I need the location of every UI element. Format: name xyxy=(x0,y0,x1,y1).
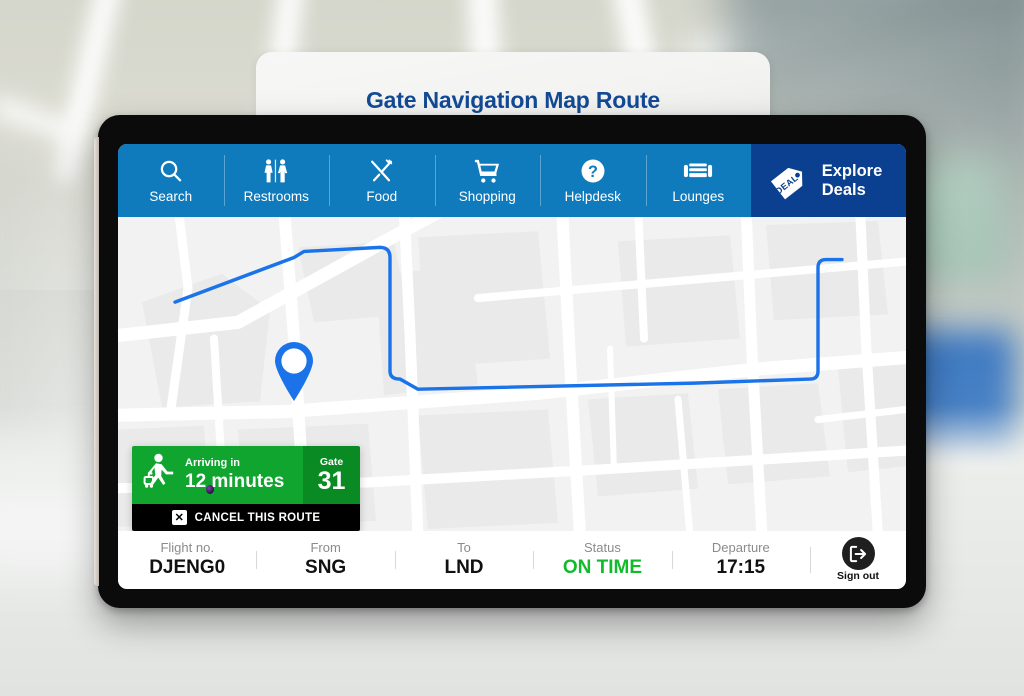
footer-label-to: To xyxy=(457,540,471,556)
nav-item-shopping[interactable]: Shopping xyxy=(434,144,541,217)
lounge-sofa-icon xyxy=(683,158,713,185)
route-info-top: Arriving in 12 minutes Gate 31 xyxy=(132,446,360,504)
top-navigation-bar: Search Restrooms Food Shopping ? Helpdes… xyxy=(118,144,906,217)
eta-value: 12 minutes xyxy=(185,470,285,492)
navigation-arrow-icon[interactable] xyxy=(905,342,906,406)
footer-value-from: SNG xyxy=(305,556,347,578)
footer-value-flight-no: DJENG0 xyxy=(149,556,226,578)
nav-label-food: Food xyxy=(366,188,398,204)
walking-traveller-icon xyxy=(142,453,176,498)
deal-tag-icon: DEAL xyxy=(769,167,811,199)
svg-text:?: ? xyxy=(588,163,598,181)
nav-item-helpdesk[interactable]: ? Helpdesk xyxy=(540,144,646,217)
gate-value: 31 xyxy=(317,467,346,496)
nav-label-lounges: Lounges xyxy=(672,188,725,204)
food-icon xyxy=(368,158,395,185)
nav-item-explore-deals[interactable]: DEAL Explore Deals xyxy=(751,144,906,217)
tablet-screen: Search Restrooms Food Shopping ? Helpdes… xyxy=(118,144,906,589)
nav-item-food[interactable]: Food xyxy=(329,144,435,217)
tablet-device: Search Restrooms Food Shopping ? Helpdes… xyxy=(94,115,926,613)
footer-cell-status: Status ON TIME xyxy=(533,541,671,578)
tablet-left-edge xyxy=(94,137,99,586)
question-mark-icon: ? xyxy=(580,158,606,185)
restrooms-icon xyxy=(262,158,290,185)
camera-dot xyxy=(206,485,214,494)
status-badge: ON TIME xyxy=(562,556,642,578)
route-info-card: Arriving in 12 minutes Gate 31 ✕ CANCEL … xyxy=(132,446,360,531)
footer-label-departure: Departure xyxy=(711,540,770,556)
search-icon xyxy=(158,158,184,185)
nav-label-explore-deals: Explore Deals xyxy=(822,162,883,199)
nav-label-restrooms: Restrooms xyxy=(243,188,309,204)
page-title: Gate Navigation Map Route xyxy=(365,87,661,113)
footer-value-to: LND xyxy=(444,556,484,578)
eta-section: Arriving in 12 minutes xyxy=(132,446,303,504)
footer-label-from: From xyxy=(310,540,341,556)
footer-cell-departure: Departure 17:15 xyxy=(671,540,810,578)
footer-value-departure: 17:15 xyxy=(716,556,766,578)
close-x-icon: ✕ xyxy=(171,510,187,525)
footer-cell-to: To LND xyxy=(394,540,533,578)
sign-out-label: Sign out xyxy=(837,570,880,583)
cancel-route-button[interactable]: ✕ CANCEL THIS ROUTE xyxy=(132,504,360,531)
nav-label-shopping: Shopping xyxy=(458,188,516,204)
deals-label-line1: Explore xyxy=(821,162,883,181)
gate-section: Gate 31 xyxy=(303,446,360,504)
nav-item-restrooms[interactable]: Restrooms xyxy=(223,144,330,217)
map-canvas[interactable]: Arriving in 12 minutes Gate 31 ✕ CANCEL … xyxy=(118,217,906,531)
cancel-route-label: CANCEL THIS ROUTE xyxy=(194,511,321,524)
map-pin-icon[interactable] xyxy=(271,340,317,402)
nav-item-lounges[interactable]: Lounges xyxy=(645,144,752,217)
footer-label-flight-no: Flight no. xyxy=(160,540,214,556)
footer-cell-flight-no: Flight no. DJENG0 xyxy=(118,541,256,578)
footer-label-status: Status xyxy=(583,540,621,556)
flight-status-bar: Flight no. DJENG0 From SNG To LND Status… xyxy=(118,531,906,589)
footer-cell-from: From SNG xyxy=(256,541,394,578)
footer-cell-signout: Sign out xyxy=(810,537,906,583)
nav-item-search[interactable]: Search xyxy=(118,144,224,217)
nav-label-helpdesk: Helpdesk xyxy=(564,188,621,204)
nav-label-search: Search xyxy=(149,188,193,204)
shopping-cart-icon xyxy=(473,158,501,185)
sign-out-button[interactable]: Sign out xyxy=(837,537,879,583)
eta-label: Arriving in xyxy=(185,457,241,470)
deals-label-line2: Deals xyxy=(821,180,866,199)
sign-out-icon xyxy=(841,537,875,571)
